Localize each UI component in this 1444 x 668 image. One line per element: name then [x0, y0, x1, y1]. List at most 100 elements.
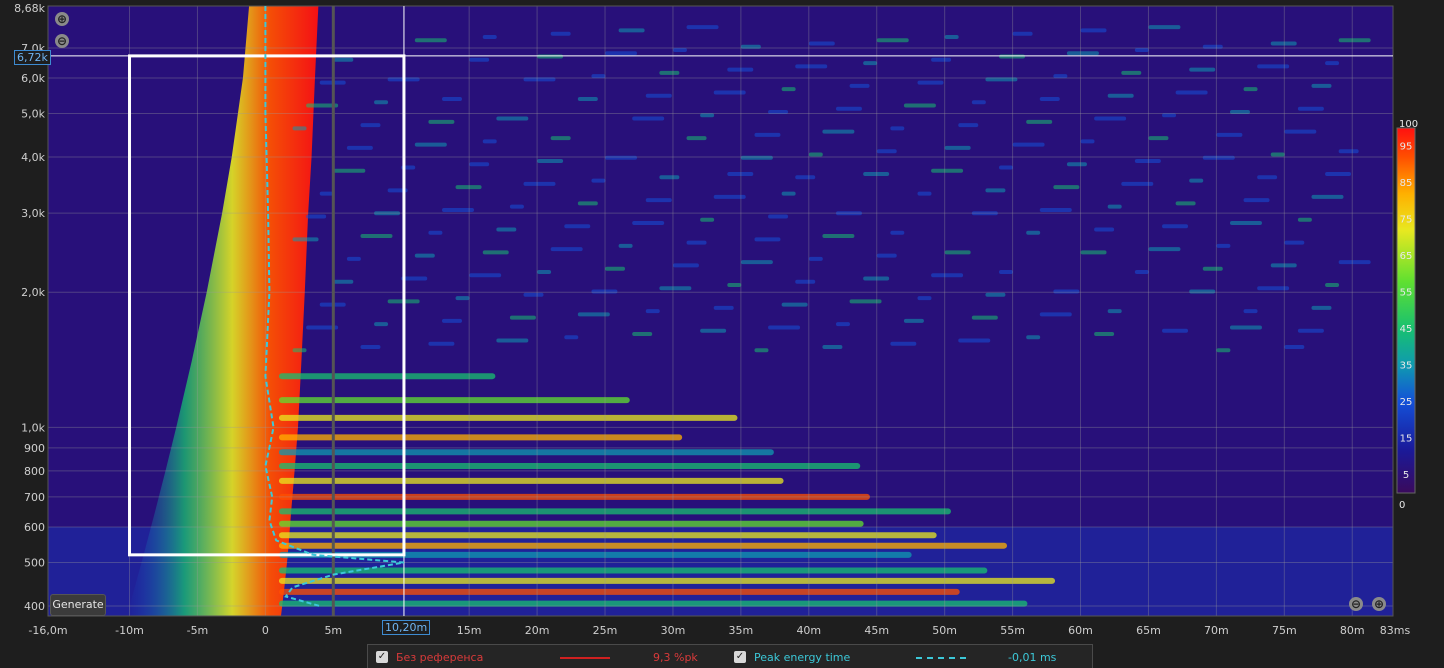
heatmap-scatter [482, 250, 509, 255]
heatmap-scatter [1189, 67, 1216, 72]
heatmap-scatter [931, 273, 964, 278]
heatmap-scatter [808, 256, 823, 261]
x-tick-label: 15m [457, 624, 482, 637]
color-scale-tick-label: 100 [1399, 119, 1418, 130]
heatmap-scatter [1094, 116, 1127, 121]
spectrogram-chart[interactable]: -10m -5m 0 5m 15m 20m 25m 30m 35m 40m 45m 50m 55m 60m… [0, 0, 1444, 667]
heatmap-scatter [1053, 289, 1080, 294]
heatmap-scatter [374, 322, 389, 327]
heatmap-scatter [1297, 106, 1324, 111]
heatmap-scatter [863, 276, 890, 281]
heatmap-scatter [509, 315, 536, 320]
heatmap-scatter [428, 119, 455, 124]
color-scale-tick-label: 5 [1403, 470, 1409, 481]
zoom-out-vertical-icon[interactable]: ⊖ [55, 34, 69, 48]
zoom-out-horizontal-icon[interactable]: ⊖ [1349, 597, 1363, 611]
heatmap-scatter [917, 296, 932, 301]
heatmap-scatter [944, 145, 971, 150]
color-scale-tick-label: 25 [1400, 397, 1413, 408]
heatmap-scatter [523, 181, 556, 186]
heatmap-scatter [414, 38, 447, 43]
heatmap-scatter [822, 345, 843, 350]
heatmap-decay-band [278, 520, 864, 527]
heatmap-scatter [686, 136, 707, 141]
heatmap-scatter [374, 100, 389, 105]
x-tick-label-right: 83ms [1380, 624, 1411, 637]
heatmap-scatter [455, 185, 482, 190]
heatmap-scatter [727, 172, 754, 177]
heatmap-scatter [1148, 136, 1169, 141]
x-tick-label: 40m [796, 624, 821, 637]
heatmap-scatter [1229, 325, 1262, 330]
heatmap-scatter [333, 57, 354, 62]
heatmap-decay-band [278, 463, 861, 470]
x-tick-label: 45m [864, 624, 889, 637]
color-scale-tick-label: 85 [1400, 178, 1413, 189]
heatmap-scatter [700, 328, 727, 333]
heatmap-scatter [1189, 289, 1216, 294]
heatmap-scatter [469, 162, 490, 167]
heatmap-decay-band [278, 397, 630, 404]
heatmap-decay-band [278, 477, 784, 484]
heatmap-scatter [292, 126, 307, 131]
heatmap-scatter [618, 243, 633, 248]
legend-checkbox-no-reference[interactable]: ✓ [376, 651, 388, 663]
heatmap-scatter [550, 31, 571, 36]
heatmap-decay-band [278, 577, 1056, 584]
heatmap-scatter [931, 168, 964, 173]
heatmap-scatter [740, 260, 773, 265]
heatmap-scatter [1134, 269, 1149, 274]
heatmap-scatter [509, 204, 524, 209]
color-scale-tick-label: 45 [1400, 324, 1413, 335]
heatmap-scatter [1257, 175, 1278, 180]
heatmap-scatter [1175, 90, 1208, 95]
heatmap-area [48, 6, 1393, 616]
heatmap-scatter [1134, 158, 1161, 163]
heatmap-scatter [1012, 31, 1033, 36]
heatmap-scatter [768, 214, 789, 219]
heatmap-scatter [469, 57, 490, 62]
x-tick-label: 55m [1000, 624, 1025, 637]
heatmap-scatter [1270, 263, 1297, 268]
generate-button[interactable]: Generate [50, 594, 106, 616]
legend-checkbox-peak-energy[interactable]: ✓ [734, 651, 746, 663]
heatmap-scatter [1189, 178, 1204, 183]
heatmap-scatter [1311, 83, 1332, 88]
legend-item-peak-energy[interactable]: ✓ Peak energy time [734, 649, 850, 665]
heatmap-scatter [319, 191, 334, 196]
heatmap-scatter [550, 247, 583, 252]
heatmap-scatter [1053, 185, 1080, 190]
heatmap-scatter [1080, 28, 1107, 33]
heatmap-scatter [890, 126, 905, 131]
y-tick-label: 5,0k [21, 108, 45, 121]
heatmap-scatter [537, 54, 564, 59]
heatmap-scatter [713, 305, 734, 310]
zoom-in-horizontal-icon[interactable]: ⊕ [1372, 597, 1386, 611]
legend-item-no-reference[interactable]: ✓ Без референса [376, 649, 483, 665]
x-tick-label: 5m [324, 624, 342, 637]
heatmap-decay-band [278, 414, 738, 421]
legend-label-no-reference: Без референса [396, 650, 484, 664]
legend-value-no-reference: 9,3 %pk [653, 651, 698, 664]
heatmap-scatter [971, 100, 986, 105]
heatmap-scatter [849, 83, 870, 88]
heatmap-scatter [1270, 41, 1297, 46]
color-scale-tick-label: 55 [1400, 287, 1413, 298]
color-scale: 100 95 85 75 65 55 45 35 25 15 5 0 [1396, 119, 1418, 511]
heatmap-decay-band [278, 588, 960, 595]
heatmap-scatter [781, 191, 796, 196]
heatmap-scatter [944, 34, 959, 39]
heatmap-scatter [903, 318, 924, 323]
x-tick-label: -10m [115, 624, 144, 637]
color-scale-tick-label: 35 [1400, 360, 1413, 371]
heatmap-scatter [808, 152, 823, 157]
heatmap-scatter [333, 168, 366, 173]
heatmap-decay-band [278, 532, 937, 539]
heatmap-scatter [795, 279, 816, 284]
zoom-in-vertical-icon[interactable]: ⊕ [55, 12, 69, 26]
x-tick-label: 50m [932, 624, 957, 637]
heatmap-scatter [863, 61, 878, 66]
heatmap-scatter [822, 129, 855, 134]
heatmap-scatter [346, 256, 361, 261]
heatmap-scatter [1270, 152, 1285, 157]
